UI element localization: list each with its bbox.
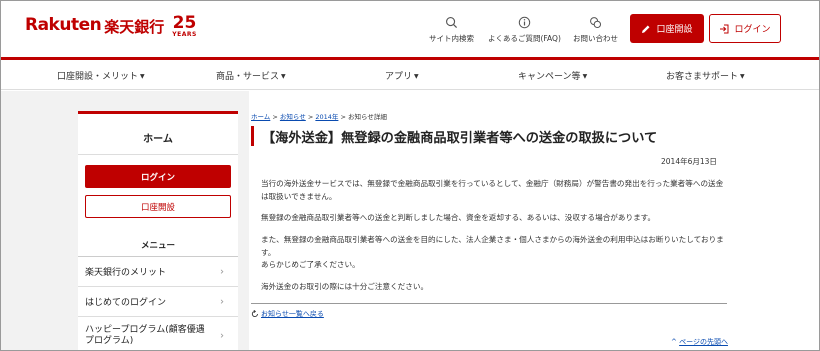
page-top-link[interactable]: ^ ページの先頭へ [671, 337, 728, 347]
open-account-button[interactable]: 口座開設 [630, 14, 704, 43]
chevron-down-icon: ▼ [740, 73, 745, 80]
sidebar-item-first-login[interactable]: はじめてのログイン › [78, 287, 238, 317]
sidebar-item-label: はじめてのログイン [85, 298, 167, 308]
site-search-link[interactable]: サイト内検索 [429, 16, 474, 44]
chevron-down-icon: ▼ [582, 73, 588, 80]
search-label: サイト内検索 [429, 34, 474, 43]
chevron-right-icon: › [220, 296, 224, 307]
breadcrumb-home[interactable]: ホーム [251, 113, 270, 121]
breadcrumb-current: お知らせ詳細 [348, 113, 387, 121]
anniversary-mark: 25 YEARS [172, 15, 197, 38]
nav-item-account-merits[interactable]: 口座開設・メリット ▼ [57, 69, 145, 82]
return-arrow-icon [251, 310, 258, 318]
browser-frame: Rakuten 楽天銀行 25 YEARS サイト内検索 よくあるご質問(FAQ… [0, 0, 820, 351]
article-paragraph: 無登録の金融商品取引業者等への送金と判断しました場合、資金を返却する、あるいは、… [261, 213, 656, 222]
breadcrumb-year[interactable]: 2014年 [315, 113, 338, 121]
sidebar-open-account-button[interactable]: 口座開設 [85, 195, 231, 218]
title-accent-bar [251, 126, 254, 146]
search-icon [446, 17, 458, 29]
nav-item-products[interactable]: 商品・サービス ▼ [216, 69, 286, 82]
caret-up-icon: ^ [671, 338, 680, 346]
sidebar-login-button[interactable]: ログイン [85, 165, 231, 188]
chevron-down-icon: ▼ [414, 73, 419, 80]
login-icon [720, 24, 729, 33]
article-paragraph: また、無登録の金融商品取引業者等への送金を目的にした、法人企業さま・個人さまから… [261, 235, 724, 269]
rakuten-bank-logo[interactable]: Rakuten 楽天銀行 25 YEARS [25, 15, 197, 38]
chevron-down-icon: ▼ [140, 73, 145, 80]
anniversary-label: YEARS [172, 31, 197, 38]
page-title-block: 【海外送金】無登録の金融商品取引業者等への送金の取扱について [251, 125, 657, 147]
faq-link[interactable]: よくあるご質問(FAQ) [488, 16, 561, 44]
login-button[interactable]: ログイン [709, 14, 781, 43]
login-label: ログイン [734, 25, 771, 35]
nav-item-support[interactable]: お客さまサポート ▼ [666, 69, 745, 82]
breadcrumb-news[interactable]: お知らせ [280, 113, 306, 121]
anniversary-number: 25 [172, 13, 197, 33]
sidebar-item-happy-program[interactable]: ハッピープログラム(顧客優遇プログラム) › [78, 317, 238, 350]
page-title: 【海外送金】無登録の金融商品取引業者等への送金の取扱について [262, 130, 658, 146]
chevron-right-icon: › [220, 266, 224, 277]
open-account-label: 口座開設 [656, 25, 693, 35]
site-header: Rakuten 楽天銀行 25 YEARS サイト内検索 よくあるご質問(FAQ… [1, 1, 819, 57]
sidebar-item-label: 楽天銀行のメリット [85, 268, 167, 278]
faq-label: よくあるご質問(FAQ) [488, 34, 561, 43]
divider [251, 303, 727, 304]
sidebar-item-merits[interactable]: 楽天銀行のメリット › [78, 257, 238, 287]
nav-item-app[interactable]: アプリ ▼ [385, 69, 419, 82]
nav-item-campaigns[interactable]: キャンペーン等 ▼ [518, 69, 587, 82]
logo-brand: Rakuten [25, 15, 102, 35]
breadcrumb: ホーム > お知らせ > 2014年 > お知らせ詳細 [251, 113, 387, 121]
article-paragraph: 海外送金のお取引の際には十分ご注意ください。 [261, 282, 429, 291]
sidebar-menu-title: メニュー [140, 241, 175, 251]
chevron-right-icon: › [220, 330, 224, 341]
contact-label: お問い合わせ [573, 34, 618, 43]
divider [78, 154, 238, 155]
back-to-news-link[interactable]: お知らせ一覧へ戻る [251, 309, 324, 319]
pencil-icon [642, 25, 650, 33]
global-nav: 口座開設・メリット ▼ 商品・サービス ▼ アプリ ▼ キャンペーン等 ▼ お客さまサポ… [1, 60, 819, 90]
sidebar-item-label: ハッピープログラム(顧客優遇プログラム) [85, 324, 205, 346]
article-paragraph: 当行の海外送金サービスでは、無登録で金融商品取引業を行っているとして、金融庁（財… [261, 179, 724, 201]
sidebar: ホーム ログイン 口座開設 メニュー 楽天銀行のメリット › はじめてのログイン… [78, 111, 238, 350]
info-icon [518, 16, 531, 29]
logo-bank-name: 楽天銀行 [104, 18, 165, 36]
publish-date: 2014年6月13日 [661, 157, 717, 166]
back-link-label: お知らせ一覧へ戻る [261, 310, 324, 318]
chat-bubbles-icon [590, 17, 602, 29]
page-top-label: ページの先頭へ [679, 338, 728, 346]
sidebar-home-link[interactable]: ホーム [78, 130, 238, 145]
contact-link[interactable]: お問い合わせ [573, 16, 618, 44]
chevron-down-icon: ▼ [281, 73, 286, 80]
